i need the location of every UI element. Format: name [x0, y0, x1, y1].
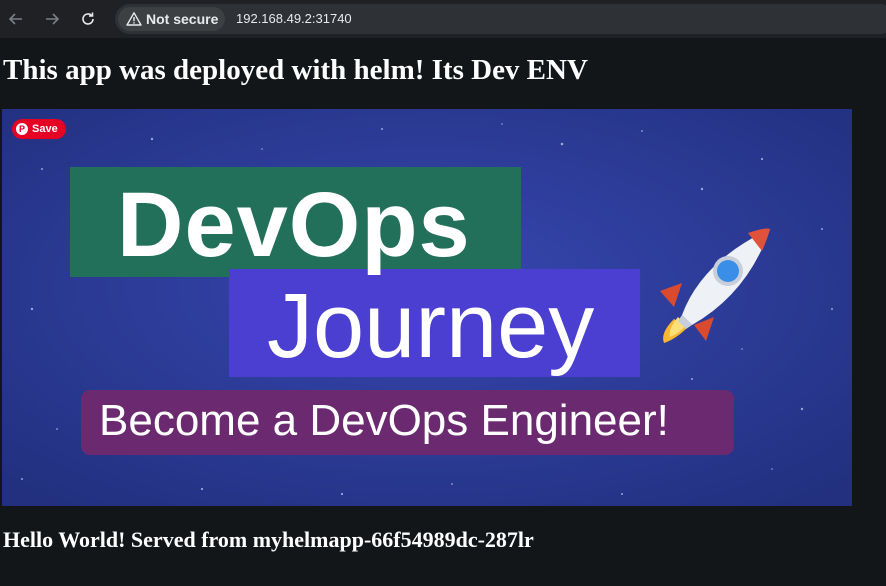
banner-title-journey: Journey: [267, 275, 595, 377]
forward-button[interactable]: [40, 7, 64, 31]
back-arrow-icon: [8, 13, 22, 25]
banner-tagline: Become a DevOps Engineer!: [99, 396, 669, 445]
reload-button[interactable]: [76, 7, 100, 31]
security-label: Not secure: [146, 11, 219, 27]
url-text[interactable]: 192.168.49.2:31740: [236, 11, 352, 26]
reload-icon: [82, 12, 94, 25]
warning-icon: [126, 12, 142, 26]
pinterest-icon: P: [16, 123, 28, 135]
pinterest-save-button[interactable]: P Save: [12, 119, 66, 139]
address-bar[interactable]: Not secure 192.168.49.2:31740: [115, 4, 886, 34]
browser-toolbar: Not secure 192.168.49.2:31740: [0, 0, 886, 38]
page-heading: This app was deployed with helm! Its Dev…: [3, 54, 588, 86]
forward-arrow-icon: [46, 13, 60, 25]
banner-title-devops: DevOps: [117, 174, 471, 276]
security-indicator[interactable]: Not secure: [118, 7, 225, 31]
rocket-icon: [660, 228, 770, 343]
hello-world-message: Hello World! Served from myhelmapp-66f54…: [3, 527, 534, 552]
devops-journey-banner: P Save DevOps Journey Become a DevOps En…: [2, 109, 852, 506]
back-button[interactable]: [4, 7, 28, 31]
save-label: Save: [32, 123, 58, 135]
